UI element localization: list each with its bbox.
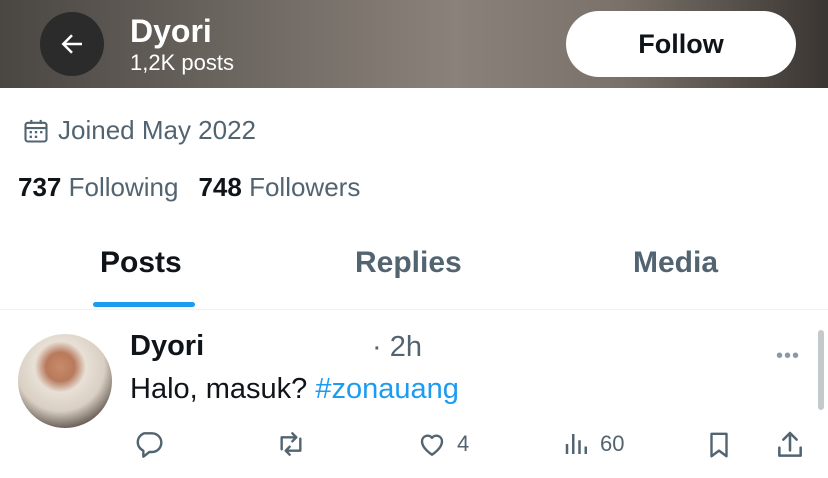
views-button[interactable]: 60 — [562, 428, 624, 460]
header-display-name: Dyori — [130, 13, 212, 49]
bookmark-icon — [710, 432, 728, 458]
calendar-icon — [24, 119, 48, 143]
follow-button[interactable]: Follow — [566, 11, 796, 77]
like-button[interactable]: 4 — [415, 428, 469, 460]
following-label: Following — [68, 172, 179, 202]
profile-header-banner: Dyori 1,2K posts Follow — [0, 0, 828, 88]
tabs-divider — [0, 309, 828, 310]
like-count: 4 — [457, 431, 470, 456]
follow-stats: 737 Following 748 Followers — [18, 172, 360, 203]
post-author-name[interactable]: Dyori — [130, 330, 204, 363]
followers-link[interactable]: 748 Followers — [198, 172, 360, 202]
reply-button[interactable] — [132, 428, 172, 460]
followers-label: Followers — [249, 172, 361, 202]
more-options-icon[interactable]: ••• — [776, 345, 800, 368]
scrollbar[interactable] — [818, 330, 824, 410]
share-button[interactable] — [774, 428, 814, 462]
joined-date: Joined May 2022 — [22, 115, 256, 146]
header-post-count: 1,2K posts — [130, 50, 234, 75]
analytics-icon — [565, 434, 587, 454]
repost-button[interactable] — [274, 428, 316, 460]
tab-posts[interactable]: Posts — [100, 246, 182, 280]
following-link[interactable]: 737 Following — [18, 172, 178, 202]
back-button[interactable] — [40, 12, 104, 76]
post-hashtag[interactable]: #zonauang — [315, 373, 459, 405]
post-author-avatar[interactable] — [18, 334, 112, 428]
post-body: Halo, masuk? — [130, 373, 316, 405]
tab-replies[interactable]: Replies — [355, 246, 462, 280]
heart-icon — [420, 434, 444, 456]
active-tab-indicator — [93, 302, 195, 307]
post-timestamp: · 2h — [372, 331, 422, 363]
followers-count: 748 — [198, 172, 242, 202]
joined-label: Joined May 2022 — [58, 115, 257, 145]
bookmark-button[interactable] — [704, 428, 742, 462]
arrow-left-icon — [61, 34, 82, 54]
view-count: 60 — [600, 431, 625, 456]
tab-media[interactable]: Media — [633, 246, 718, 280]
post-text: Halo, masuk? #zonauang — [130, 373, 459, 406]
reply-icon — [136, 432, 163, 458]
repost-icon — [280, 432, 302, 456]
following-count: 737 — [18, 172, 62, 202]
share-icon — [778, 431, 802, 457]
